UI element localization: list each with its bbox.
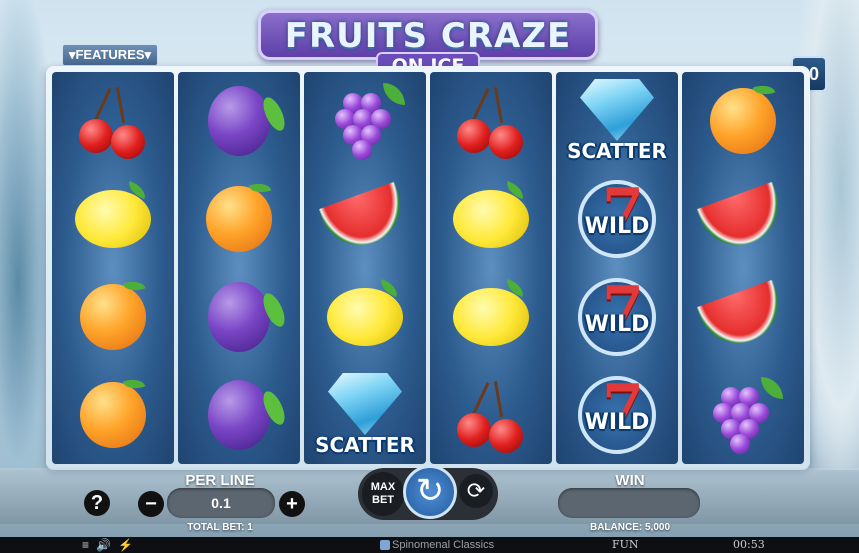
wild-symbol: 7 WILD <box>578 372 656 454</box>
diamond-icon <box>328 373 402 435</box>
reel-cell <box>693 173 793 265</box>
reel-cell <box>63 173 163 265</box>
wild-symbol: 7 WILD <box>578 274 656 356</box>
lemon-icon <box>453 278 529 346</box>
reel-cell <box>189 75 289 167</box>
lemon-icon <box>75 180 151 248</box>
reel-cell <box>315 173 415 265</box>
win-value <box>558 488 700 518</box>
max-bet-button[interactable]: MAX BET <box>362 472 404 516</box>
reel-cell <box>315 75 415 167</box>
reel-cell <box>441 271 541 363</box>
win-label: WIN <box>615 472 645 489</box>
reel-cell <box>63 271 163 363</box>
reel-cell <box>693 75 793 167</box>
orange-icon <box>206 178 272 252</box>
turbo-icon[interactable]: ⚡ <box>118 537 133 553</box>
scatter-label: SCATTER <box>315 433 415 457</box>
brand-logo-icon <box>380 540 390 550</box>
reel-column <box>178 72 300 464</box>
decrease-bet-button[interactable]: − <box>138 491 164 517</box>
cherry-icon <box>451 81 531 161</box>
increase-bet-button[interactable]: + <box>279 491 305 517</box>
watermelon-icon <box>696 181 790 257</box>
reel-cell <box>441 173 541 265</box>
reel-cell: SCATTER <box>315 369 415 461</box>
balance-text: BALANCE: 5,000 <box>589 522 671 533</box>
reel-cell: SCATTER <box>567 75 667 167</box>
reel-column <box>682 72 804 464</box>
plum-icon <box>208 282 289 352</box>
scatter-symbol: SCATTER <box>567 77 667 165</box>
watermelon-icon <box>318 181 412 257</box>
plum-icon <box>208 86 289 156</box>
reel-cell <box>441 75 541 167</box>
clock-text: 00:53 <box>733 538 765 551</box>
max-bet-label-2: BET <box>372 494 394 506</box>
diamond-icon <box>580 79 654 141</box>
orange-icon <box>80 276 146 350</box>
per-line-label: PER LINE <box>185 472 255 489</box>
reel-cell <box>693 369 793 461</box>
lemon-icon <box>327 278 403 346</box>
status-bar: ≡ 🔊 ⚡ Spinomenal Classics FUN 00:53 <box>0 537 859 553</box>
sound-icon[interactable]: 🔊 <box>96 537 111 553</box>
reel-cell <box>693 271 793 363</box>
wild-label: WILD <box>584 410 650 435</box>
cherry-icon <box>73 81 153 161</box>
brand-name: Spinomenal Classics <box>392 539 495 551</box>
reel-cell: 7 WILD <box>567 271 667 363</box>
reel-cell <box>189 173 289 265</box>
reel-cell <box>189 271 289 363</box>
reel-cell <box>189 369 289 461</box>
reels-grid: SCATTER SCATTER 7 WILD 7 WILD 7 WILD <box>46 66 810 470</box>
reel-cell <box>441 369 541 461</box>
per-line-value: 0.1 <box>167 488 275 518</box>
reel-column: SCATTER 7 WILD 7 WILD 7 WILD <box>556 72 678 464</box>
grapes-icon <box>325 83 405 160</box>
reel-cell: 7 WILD <box>567 369 667 461</box>
autoplay-icon: ⟳ <box>466 478 486 503</box>
reel-column <box>430 72 552 464</box>
max-bet-label-1: MAX <box>370 481 396 493</box>
features-button[interactable]: ▾FEATURES▾ <box>62 44 158 66</box>
reel-cell <box>63 369 163 461</box>
reel-column: SCATTER <box>304 72 426 464</box>
autoplay-button[interactable]: ⟳ <box>459 474 493 508</box>
orange-icon <box>80 374 146 448</box>
wild-symbol: 7 WILD <box>578 176 656 258</box>
help-button[interactable]: ? <box>84 490 110 516</box>
mode-text: FUN <box>612 538 639 551</box>
spin-button[interactable]: ↻ <box>403 465 457 519</box>
scatter-symbol: SCATTER <box>315 371 415 459</box>
reel-cell <box>315 271 415 363</box>
grapes-icon <box>703 377 783 454</box>
lemon-icon <box>453 180 529 248</box>
scatter-label: SCATTER <box>567 139 667 163</box>
reel-cell: 7 WILD <box>567 173 667 265</box>
wild-label: WILD <box>584 312 650 337</box>
menu-icon[interactable]: ≡ <box>82 537 89 553</box>
watermelon-icon <box>696 279 790 355</box>
plum-icon <box>208 380 289 450</box>
cherry-icon <box>451 375 531 455</box>
orange-icon <box>710 80 776 154</box>
wild-label: WILD <box>584 214 650 239</box>
total-bet-text: TOTAL BET: 1 <box>187 522 253 533</box>
reel-column <box>52 72 174 464</box>
spin-icon: ↻ <box>415 472 445 510</box>
reel-cell <box>63 75 163 167</box>
